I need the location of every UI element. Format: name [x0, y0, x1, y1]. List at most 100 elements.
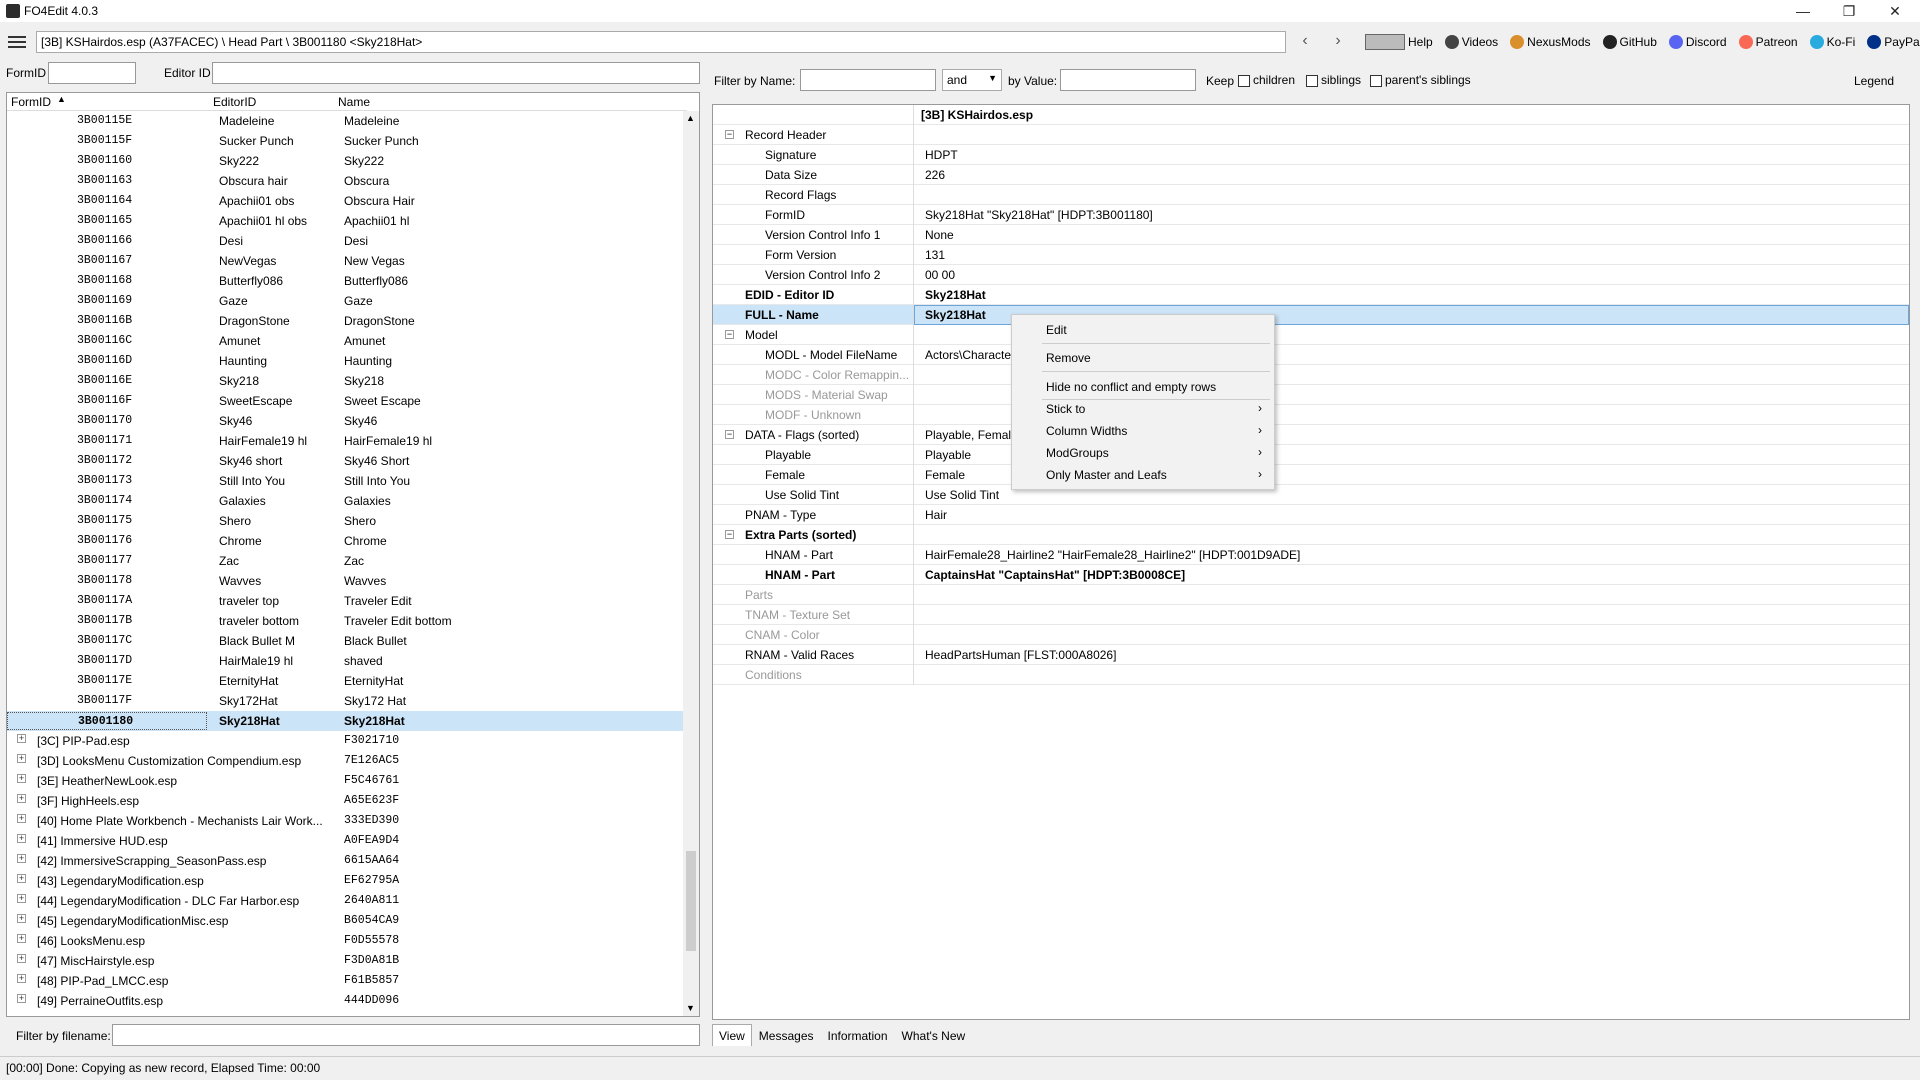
github-link[interactable]: GitHub [1602, 35, 1657, 49]
tab-whats-new[interactable]: What's New [895, 1024, 973, 1046]
column-name[interactable]: Name [338, 95, 370, 109]
plugin-row[interactable]: + [3E] HeatherNewLook.esp F5C46761 [7, 771, 687, 791]
grid-row[interactable]: Parts [713, 585, 1909, 605]
plugin-row[interactable]: + [3C] PIP-Pad.esp F3021710 [7, 731, 687, 751]
grid-row[interactable]: CNAM - Color [713, 625, 1909, 645]
expand-icon[interactable]: + [17, 914, 26, 923]
table-row[interactable]: 3B001169 Gaze Gaze [7, 291, 687, 311]
table-row[interactable]: 3B00116C Amunet Amunet [7, 331, 687, 351]
expand-icon[interactable]: + [17, 814, 26, 823]
grid-row[interactable]: MODS - Material Swap [713, 385, 1909, 405]
table-row[interactable]: 3B001163 Obscura hair Obscura [7, 171, 687, 191]
grid-row[interactable]: − Extra Parts (sorted) [713, 525, 1909, 545]
table-row[interactable]: 3B001176 Chrome Chrome [7, 531, 687, 551]
expand-icon[interactable]: + [17, 734, 26, 743]
grid-row[interactable]: MODC - Color Remappin... [713, 365, 1909, 385]
table-row[interactable]: 3B00117E EternityHat EternityHat [7, 671, 687, 691]
collapse-icon[interactable]: − [725, 330, 734, 339]
expand-icon[interactable]: + [17, 854, 26, 863]
grid-row[interactable]: Version Control Info 2 00 00 [713, 265, 1909, 285]
table-row[interactable]: 3B00117F Sky172Hat Sky172 Hat [7, 691, 687, 711]
table-row[interactable]: 3B00117C Black Bullet M Black Bullet [7, 631, 687, 651]
record-view-grid[interactable]: [3B] KSHairdos.esp − Record Header Signatu… [712, 104, 1910, 1020]
grid-row[interactable]: Female Female [713, 465, 1909, 485]
menu-item-column-widths[interactable]: Column Widths › [1012, 420, 1274, 442]
table-row[interactable]: 3B00115F Sucker Punch Sucker Punch [7, 131, 687, 151]
keep-children-checkbox[interactable]: children [1238, 73, 1295, 87]
table-row[interactable]: 3B00116B DragonStone DragonStone [7, 311, 687, 331]
plugin-row[interactable]: + [45] LegendaryModificationMisc.esp B6054… [7, 911, 687, 931]
plugin-row[interactable]: + [3F] HighHeels.esp A65E623F [7, 791, 687, 811]
menu-item-stick-to[interactable]: Stick to › [1012, 398, 1274, 420]
paypal-link[interactable]: PayPal [1867, 35, 1920, 49]
forward-arrow-icon[interactable]: › [1328, 32, 1348, 52]
table-row[interactable]: 3B00115E Madeleine Madeleine [7, 111, 687, 131]
formid-input[interactable] [48, 62, 136, 84]
table-row[interactable]: 3B001174 Galaxies Galaxies [7, 491, 687, 511]
table-row[interactable]: 3B001167 NewVegas New Vegas [7, 251, 687, 271]
grid-row[interactable]: PNAM - Type Hair [713, 505, 1909, 525]
table-row[interactable]: 3B00117A traveler top Traveler Edit [7, 591, 687, 611]
table-row[interactable]: 3B00116E Sky218 Sky218 [7, 371, 687, 391]
expand-icon[interactable]: + [17, 894, 26, 903]
filter-value-input[interactable] [1060, 69, 1196, 91]
table-row[interactable]: 3B001171 HairFemale19 hl HairFemale19 hl [7, 431, 687, 451]
plugin-row[interactable]: + [40] Home Plate Workbench - Mechanists … [7, 811, 687, 831]
tab-view[interactable]: View [712, 1024, 752, 1046]
grid-row[interactable]: − Record Header [713, 125, 1909, 145]
collapse-icon[interactable]: − [725, 530, 734, 539]
collapse-icon[interactable]: − [725, 430, 734, 439]
table-row[interactable]: 3B001165 Apachii01 hl obs Apachii01 hl [7, 211, 687, 231]
grid-row[interactable]: FormID Sky218Hat "Sky218Hat" [HDPT:3B0011… [713, 205, 1909, 225]
kofi-link[interactable]: Ko-Fi [1809, 35, 1855, 49]
grid-row[interactable]: TNAM - Texture Set [713, 605, 1909, 625]
record-path-field[interactable]: [3B] KSHairdos.esp (A37FACEC) \ Head Par… [36, 31, 1286, 53]
table-row[interactable]: 3B001160 Sky222 Sky222 [7, 151, 687, 171]
table-row[interactable]: 3B001168 Butterfly086 Butterfly086 [7, 271, 687, 291]
menu-item-edit[interactable]: Edit [1012, 319, 1274, 341]
grid-row[interactable]: Record Flags [713, 185, 1909, 205]
grid-row[interactable]: HNAM - Part HairFemale28_Hairline2 "HairF… [713, 545, 1909, 565]
tab-information[interactable]: Information [821, 1024, 895, 1046]
filter-name-input[interactable] [800, 69, 936, 91]
grid-row[interactable]: Playable Playable [713, 445, 1909, 465]
grid-row[interactable]: Signature HDPT [713, 145, 1909, 165]
collapse-icon[interactable]: − [725, 130, 734, 139]
grid-row[interactable]: Form Version 131 [713, 245, 1909, 265]
table-row[interactable]: 3B00117B traveler bottom Traveler Edit bot… [7, 611, 687, 631]
plugin-row[interactable]: + [41] Immersive HUD.esp A0FEA9D4 [7, 831, 687, 851]
grid-row[interactable]: MODF - Unknown [713, 405, 1909, 425]
scroll-down-icon[interactable]: ▼ [686, 1003, 695, 1013]
keep-parents-siblings-checkbox[interactable]: parent's siblings [1370, 73, 1471, 87]
patreon-link[interactable]: Patreon [1738, 35, 1798, 49]
expand-icon[interactable]: + [17, 934, 26, 943]
nexusmods-link[interactable]: NexusMods [1510, 35, 1591, 49]
grid-row[interactable]: Conditions [713, 665, 1909, 685]
expand-icon[interactable]: + [17, 754, 26, 763]
table-row[interactable]: 3B001177 Zac Zac [7, 551, 687, 571]
tree-scrollbar[interactable]: ▲ ▼ [683, 111, 699, 1016]
table-row[interactable]: 3B001164 Apachii01 obs Obscura Hair [7, 191, 687, 211]
help-link[interactable]: Help [1365, 34, 1433, 50]
grid-row[interactable]: Data Size 226 [713, 165, 1909, 185]
menu-item-remove[interactable]: Remove [1012, 347, 1274, 369]
table-row[interactable]: 3B001175 Shero Shero [7, 511, 687, 531]
expand-icon[interactable]: + [17, 834, 26, 843]
grid-row[interactable]: RNAM - Valid Races HeadPartsHuman [FLST:0… [713, 645, 1909, 665]
maximize-button[interactable]: ❐ [1826, 0, 1872, 22]
plugin-row[interactable]: + [3D] LooksMenu Customization Compendium… [7, 751, 687, 771]
menu-item-only-master-leafs[interactable]: Only Master and Leafs › [1012, 464, 1274, 486]
plugin-row[interactable]: + [46] LooksMenu.esp F0D55578 [7, 931, 687, 951]
plugin-row[interactable]: + [44] LegendaryModification - DLC Far Ha… [7, 891, 687, 911]
scroll-up-icon[interactable]: ▲ [686, 113, 695, 123]
plugin-row[interactable]: + [43] LegendaryModification.esp EF62795A [7, 871, 687, 891]
grid-row[interactable]: − DATA - Flags (sorted) Playable, Female [713, 425, 1909, 445]
scroll-thumb[interactable] [686, 851, 696, 951]
table-row[interactable]: 3B00116D Haunting Haunting [7, 351, 687, 371]
filter-operator-select[interactable]: and ▼ [942, 69, 1002, 91]
filter-filename-input[interactable] [112, 1024, 700, 1046]
table-row[interactable]: 3B00117D HairMale19 hl shaved [7, 651, 687, 671]
table-row[interactable]: 3B001173 Still Into You Still Into You [7, 471, 687, 491]
expand-icon[interactable]: + [17, 954, 26, 963]
expand-icon[interactable]: + [17, 974, 26, 983]
